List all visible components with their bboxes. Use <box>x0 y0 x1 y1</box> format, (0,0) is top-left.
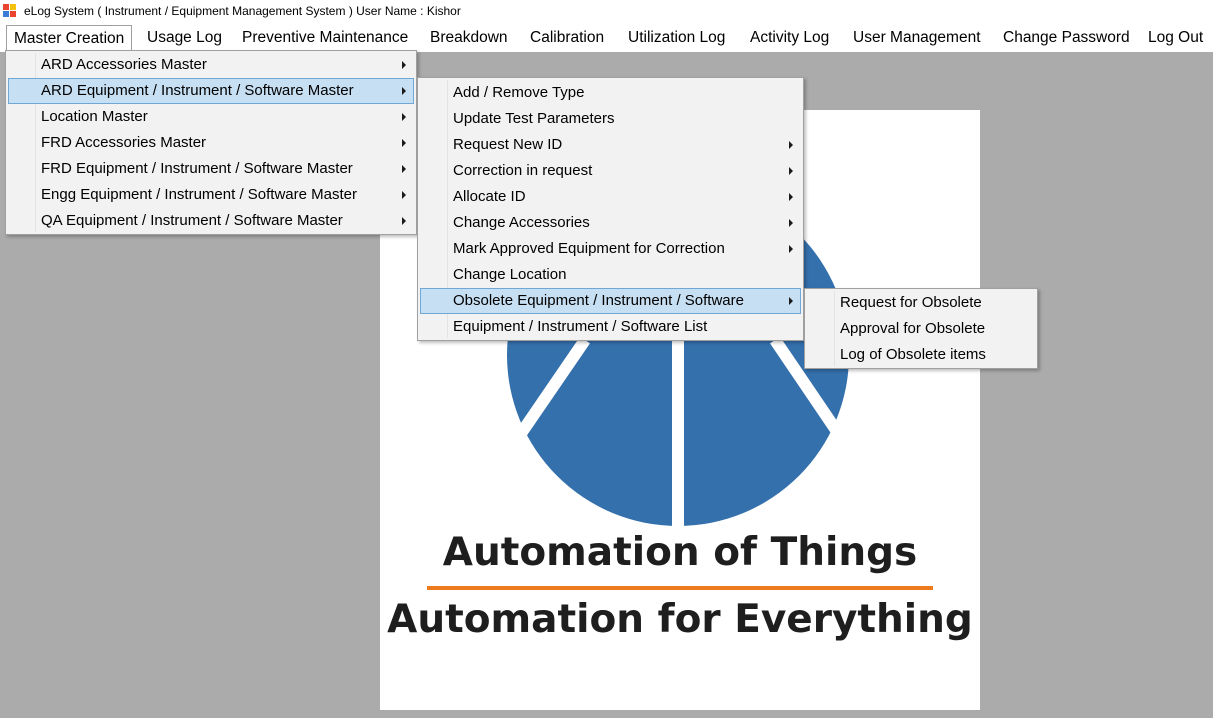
submenu-arrow-icon <box>402 217 406 225</box>
menu-item-log-of-obsolete-items[interactable]: Log of Obsolete items <box>807 342 1035 368</box>
menu-item-label: ARD Equipment / Instrument / Software Ma… <box>41 82 354 99</box>
master-creation-dropdown: ARD Accessories Master ARD Equipment / I… <box>5 50 417 235</box>
menu-item-add-remove-type[interactable]: Add / Remove Type <box>420 80 801 106</box>
submenu-arrow-icon <box>402 139 406 147</box>
menu-item-label: ARD Accessories Master <box>41 56 207 73</box>
menu-item-approval-for-obsolete[interactable]: Approval for Obsolete <box>807 316 1035 342</box>
menu-item-frd-accessories-master[interactable]: FRD Accessories Master <box>8 130 414 156</box>
menu-calibration[interactable]: Calibration <box>523 25 611 50</box>
menu-item-label: Allocate ID <box>453 188 526 205</box>
submenu-arrow-icon <box>402 191 406 199</box>
menu-item-allocate-id[interactable]: Allocate ID <box>420 184 801 210</box>
logo-tagline-top: Automation of Things <box>442 530 918 575</box>
ard-equipment-submenu: Add / Remove Type Update Test Parameters… <box>417 77 804 341</box>
submenu-arrow-icon <box>402 165 406 173</box>
obsolete-submenu: Request for Obsolete Approval for Obsole… <box>804 288 1038 369</box>
window-title: eLog System ( Instrument / Equipment Man… <box>24 4 461 18</box>
menu-item-label: Request New ID <box>453 136 563 153</box>
menu-item-change-accessories[interactable]: Change Accessories <box>420 210 801 236</box>
menu-user-management[interactable]: User Management <box>846 25 988 50</box>
menu-item-label: FRD Accessories Master <box>41 134 207 151</box>
menu-item-label: FRD Equipment / Instrument / Software Ma… <box>41 160 353 177</box>
menu-item-mark-approved-equipment[interactable]: Mark Approved Equipment for Correction <box>420 236 801 262</box>
submenu-arrow-icon <box>789 141 793 149</box>
submenu-arrow-icon <box>402 113 406 121</box>
menu-item-label: Mark Approved Equipment for Correction <box>453 240 725 257</box>
menu-item-request-for-obsolete[interactable]: Request for Obsolete <box>807 290 1035 316</box>
menu-item-label: Change Location <box>453 266 567 283</box>
menu-item-label: Request for Obsolete <box>840 294 982 311</box>
submenu-arrow-icon <box>402 61 406 69</box>
menu-item-label: Engg Equipment / Instrument / Software M… <box>41 186 357 203</box>
menu-item-label: Update Test Parameters <box>453 110 615 127</box>
menu-item-label: QA Equipment / Instrument / Software Mas… <box>41 212 343 229</box>
app-icon <box>3 4 16 17</box>
submenu-arrow-icon <box>402 87 406 95</box>
menu-item-qa-equipment-master[interactable]: QA Equipment / Instrument / Software Mas… <box>8 208 414 234</box>
menu-item-label: Location Master <box>41 108 148 125</box>
menu-item-request-new-id[interactable]: Request New ID <box>420 132 801 158</box>
submenu-arrow-icon <box>789 297 793 305</box>
menu-item-ard-equipment-master[interactable]: ARD Equipment / Instrument / Software Ma… <box>8 78 414 104</box>
menu-item-label: Change Accessories <box>453 214 590 231</box>
menu-change-password[interactable]: Change Password <box>996 25 1137 50</box>
menu-activity-log[interactable]: Activity Log <box>743 25 836 50</box>
menu-utilization-log[interactable]: Utilization Log <box>621 25 732 50</box>
menu-preventive-maintenance[interactable]: Preventive Maintenance <box>235 25 415 50</box>
menu-bar: Master Creation Usage Log Preventive Mai… <box>0 23 1213 53</box>
menu-item-label: Equipment / Instrument / Software List <box>453 318 708 335</box>
menu-item-location-master[interactable]: Location Master <box>8 104 414 130</box>
menu-log-out[interactable]: Log Out <box>1141 25 1210 50</box>
menu-usage-log[interactable]: Usage Log <box>140 25 229 50</box>
title-bar: eLog System ( Instrument / Equipment Man… <box>0 0 1213 23</box>
submenu-arrow-icon <box>789 167 793 175</box>
menu-item-label: Obsolete Equipment / Instrument / Softwa… <box>453 292 744 309</box>
menu-item-label: Approval for Obsolete <box>840 320 986 337</box>
logo-orange-rule <box>427 586 933 590</box>
menu-item-label: Add / Remove Type <box>453 84 585 101</box>
menu-item-label: Log of Obsolete items <box>840 346 986 363</box>
menu-breakdown[interactable]: Breakdown <box>423 25 515 50</box>
logo-tagline-bottom: Automation for Everything <box>387 597 973 642</box>
submenu-arrow-icon <box>789 219 793 227</box>
menu-item-equipment-list[interactable]: Equipment / Instrument / Software List <box>420 314 801 340</box>
menu-item-ard-accessories-master[interactable]: ARD Accessories Master <box>8 52 414 78</box>
menu-item-label: Correction in request <box>453 162 593 179</box>
menu-item-update-test-parameters[interactable]: Update Test Parameters <box>420 106 801 132</box>
menu-item-correction-in-request[interactable]: Correction in request <box>420 158 801 184</box>
menu-master-creation[interactable]: Master Creation <box>6 25 133 52</box>
submenu-arrow-icon <box>789 245 793 253</box>
submenu-arrow-icon <box>789 193 793 201</box>
menu-item-engg-equipment-master[interactable]: Engg Equipment / Instrument / Software M… <box>8 182 414 208</box>
menu-item-change-location[interactable]: Change Location <box>420 262 801 288</box>
menu-item-obsolete-equipment[interactable]: Obsolete Equipment / Instrument / Softwa… <box>420 288 801 314</box>
menu-item-frd-equipment-master[interactable]: FRD Equipment / Instrument / Software Ma… <box>8 156 414 182</box>
